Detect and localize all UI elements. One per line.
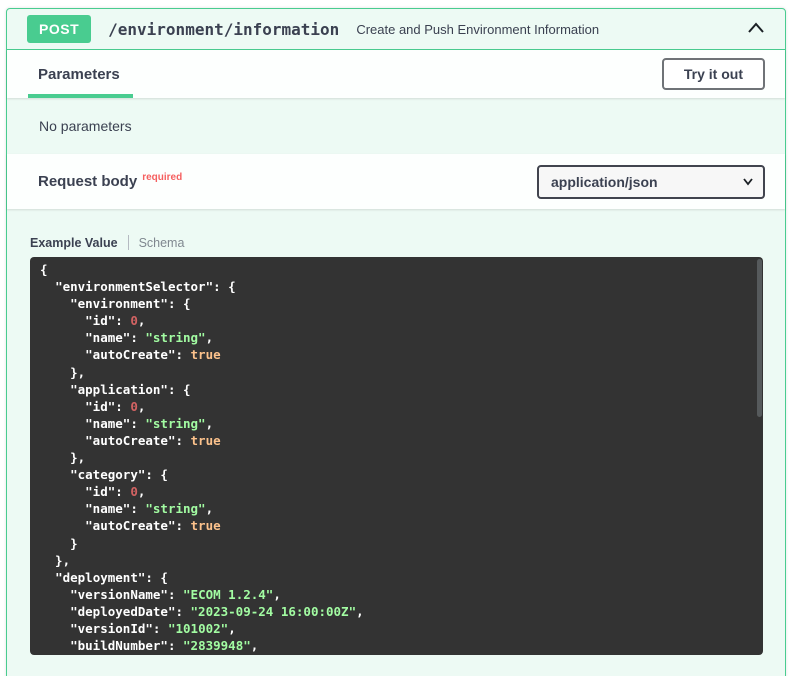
code-line: "name": "string",: [40, 500, 749, 517]
tab-example-value[interactable]: Example Value: [30, 236, 118, 250]
example-code-block[interactable]: { "environmentSelector": { "environment"…: [30, 257, 763, 655]
code-line: }: [40, 535, 749, 552]
endpoint-description: Create and Push Environment Information: [356, 22, 599, 37]
parameters-section-header: Parameters Try it out: [7, 50, 785, 98]
code-line: },: [40, 552, 749, 569]
required-flag: required: [142, 172, 182, 183]
try-it-out-button[interactable]: Try it out: [662, 58, 765, 90]
code-scrollbar-thumb[interactable]: [757, 259, 762, 417]
code-line: {: [40, 261, 749, 278]
endpoint-path: /environment/information: [108, 20, 339, 39]
code-line: },: [40, 449, 749, 466]
code-line: "id": 0,: [40, 312, 749, 329]
tab-parameters[interactable]: Parameters: [28, 50, 133, 98]
request-body-content: Example Value Schema { "environmentSelec…: [7, 209, 785, 676]
request-body-title-group: Request body required: [38, 173, 182, 191]
code-line: "autoCreate": true: [40, 432, 749, 449]
request-body-section-header: Request body required application/json: [7, 154, 785, 209]
http-method-badge: POST: [27, 15, 91, 43]
code-line: "versionId": "101002",: [40, 620, 749, 637]
collapse-button[interactable]: [745, 18, 767, 41]
code-line: "deployedDate": "2023-09-24 16:00:00Z",: [40, 603, 749, 620]
code-line: "name": "string",: [40, 329, 749, 346]
code-line: "autoCreate": true: [40, 517, 749, 534]
post-endpoint-panel: POST /environment/information Create and…: [6, 8, 786, 676]
code-line: "id": 0,: [40, 483, 749, 500]
chevron-up-icon: [745, 18, 767, 41]
code-line: "category": {: [40, 466, 749, 483]
media-type-select[interactable]: application/json: [537, 165, 765, 199]
code-line: "id": 0,: [40, 398, 749, 415]
tab-schema[interactable]: Schema: [139, 236, 185, 250]
code-line: "application": {: [40, 381, 749, 398]
no-parameters-message: No parameters: [7, 98, 785, 154]
code-line: "environment": {: [40, 295, 749, 312]
endpoint-summary[interactable]: POST /environment/information Create and…: [7, 9, 785, 50]
request-body-title: Request body: [38, 173, 137, 190]
code-line: "autoCreate": true: [40, 346, 749, 363]
parameters-title: Parameters: [38, 66, 120, 83]
model-example-tabs: Example Value Schema: [30, 235, 763, 250]
code-line: "deployment": {: [40, 569, 749, 586]
code-line: "versionName": "ECOM 1.2.4",: [40, 586, 749, 603]
code-line: "buildNumber": "2839948",: [40, 637, 749, 654]
code-line: "name": "string",: [40, 415, 749, 432]
tab-divider: [128, 235, 129, 250]
code-line: "environmentSelector": {: [40, 278, 749, 295]
code-line: },: [40, 364, 749, 381]
media-type-select-wrap: application/json: [537, 165, 765, 199]
